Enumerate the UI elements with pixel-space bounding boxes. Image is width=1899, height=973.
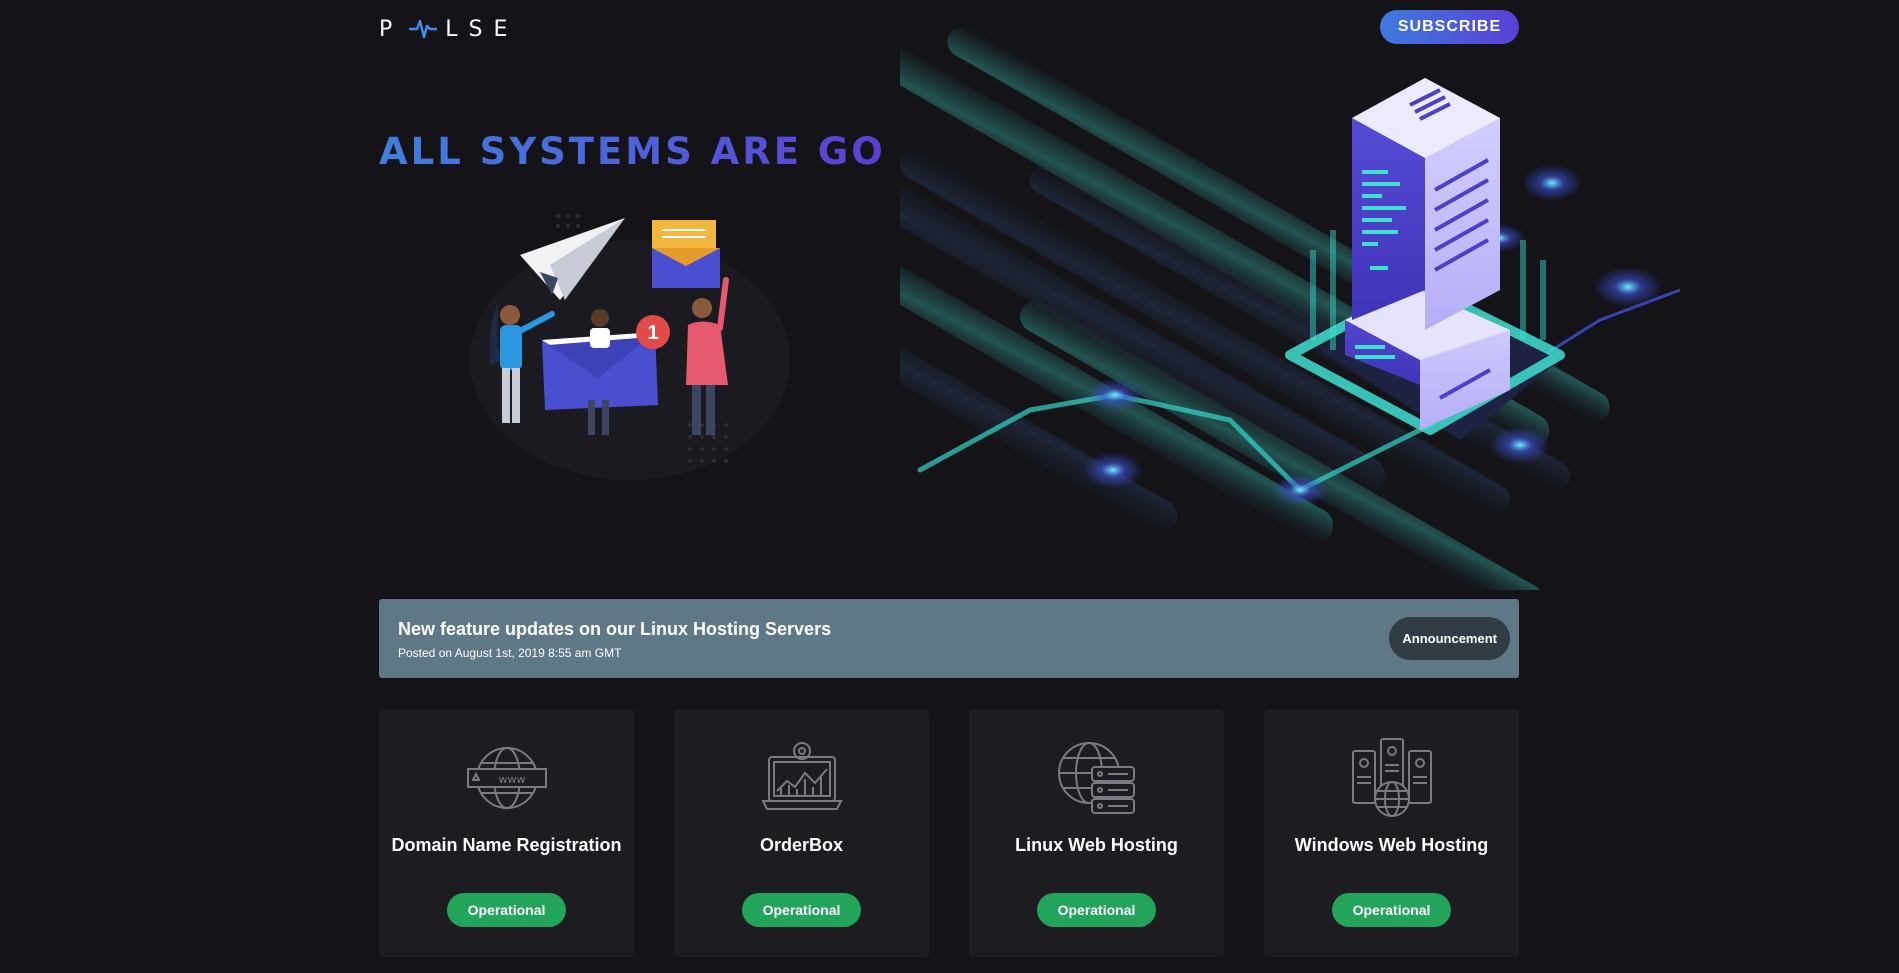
announcement-title[interactable]: New feature updates on our Linux Hosting… — [398, 619, 831, 640]
status-badge: Operational — [447, 893, 566, 927]
globe-www-icon: www — [467, 747, 547, 809]
people-illustration: 1 — [470, 214, 790, 480]
service-name: Linux Web Hosting — [1015, 835, 1178, 855]
brand-logo[interactable]: P LSE — [379, 16, 518, 42]
announcement-date: Posted on August 1st, 2019 8:55 am GMT — [398, 646, 622, 660]
status-badge: Operational — [742, 893, 861, 927]
globe-server-icon — [1058, 742, 1135, 814]
service-card-linux-hosting: Linux Web Hosting Operational — [969, 709, 1224, 957]
svg-text:www: www — [499, 773, 526, 786]
logo-letter-p: P — [379, 16, 404, 42]
announcement-banner[interactable]: New feature updates on our Linux Hosting… — [379, 599, 1519, 678]
notification-count: 1 — [647, 322, 658, 344]
page-title: ALL SYSTEMS ARE GO — [379, 130, 886, 173]
service-name: Domain Name Registration — [391, 835, 622, 855]
pulse-wave-icon — [409, 19, 438, 39]
service-name: Windows Web Hosting — [1294, 835, 1489, 855]
laptop-gear-chart-icon — [761, 742, 843, 810]
service-card-orderbox: OrderBox Operational — [674, 709, 929, 957]
status-badge: Operational — [1332, 893, 1451, 927]
server-illustration — [900, 20, 1681, 590]
service-card-domain-registration: www Domain Name Registration Operational — [379, 709, 634, 957]
service-status-list: www Domain Name Registration Operational — [379, 709, 1519, 957]
servers-globe-icon — [1352, 738, 1432, 817]
status-badge: Operational — [1037, 893, 1156, 927]
service-card-windows-hosting: Windows Web Hosting Operational — [1264, 709, 1519, 957]
subscribe-button[interactable]: SUBSCRIBE — [1380, 10, 1519, 44]
logo-letters-lse: LSE — [445, 16, 519, 42]
status-page: 1 P LSE SUBSCRIBE ALL SYSTEMS ARE GO New… — [0, 0, 1899, 973]
announcement-badge: Announcement — [1389, 617, 1510, 660]
service-name: OrderBox — [759, 835, 844, 855]
